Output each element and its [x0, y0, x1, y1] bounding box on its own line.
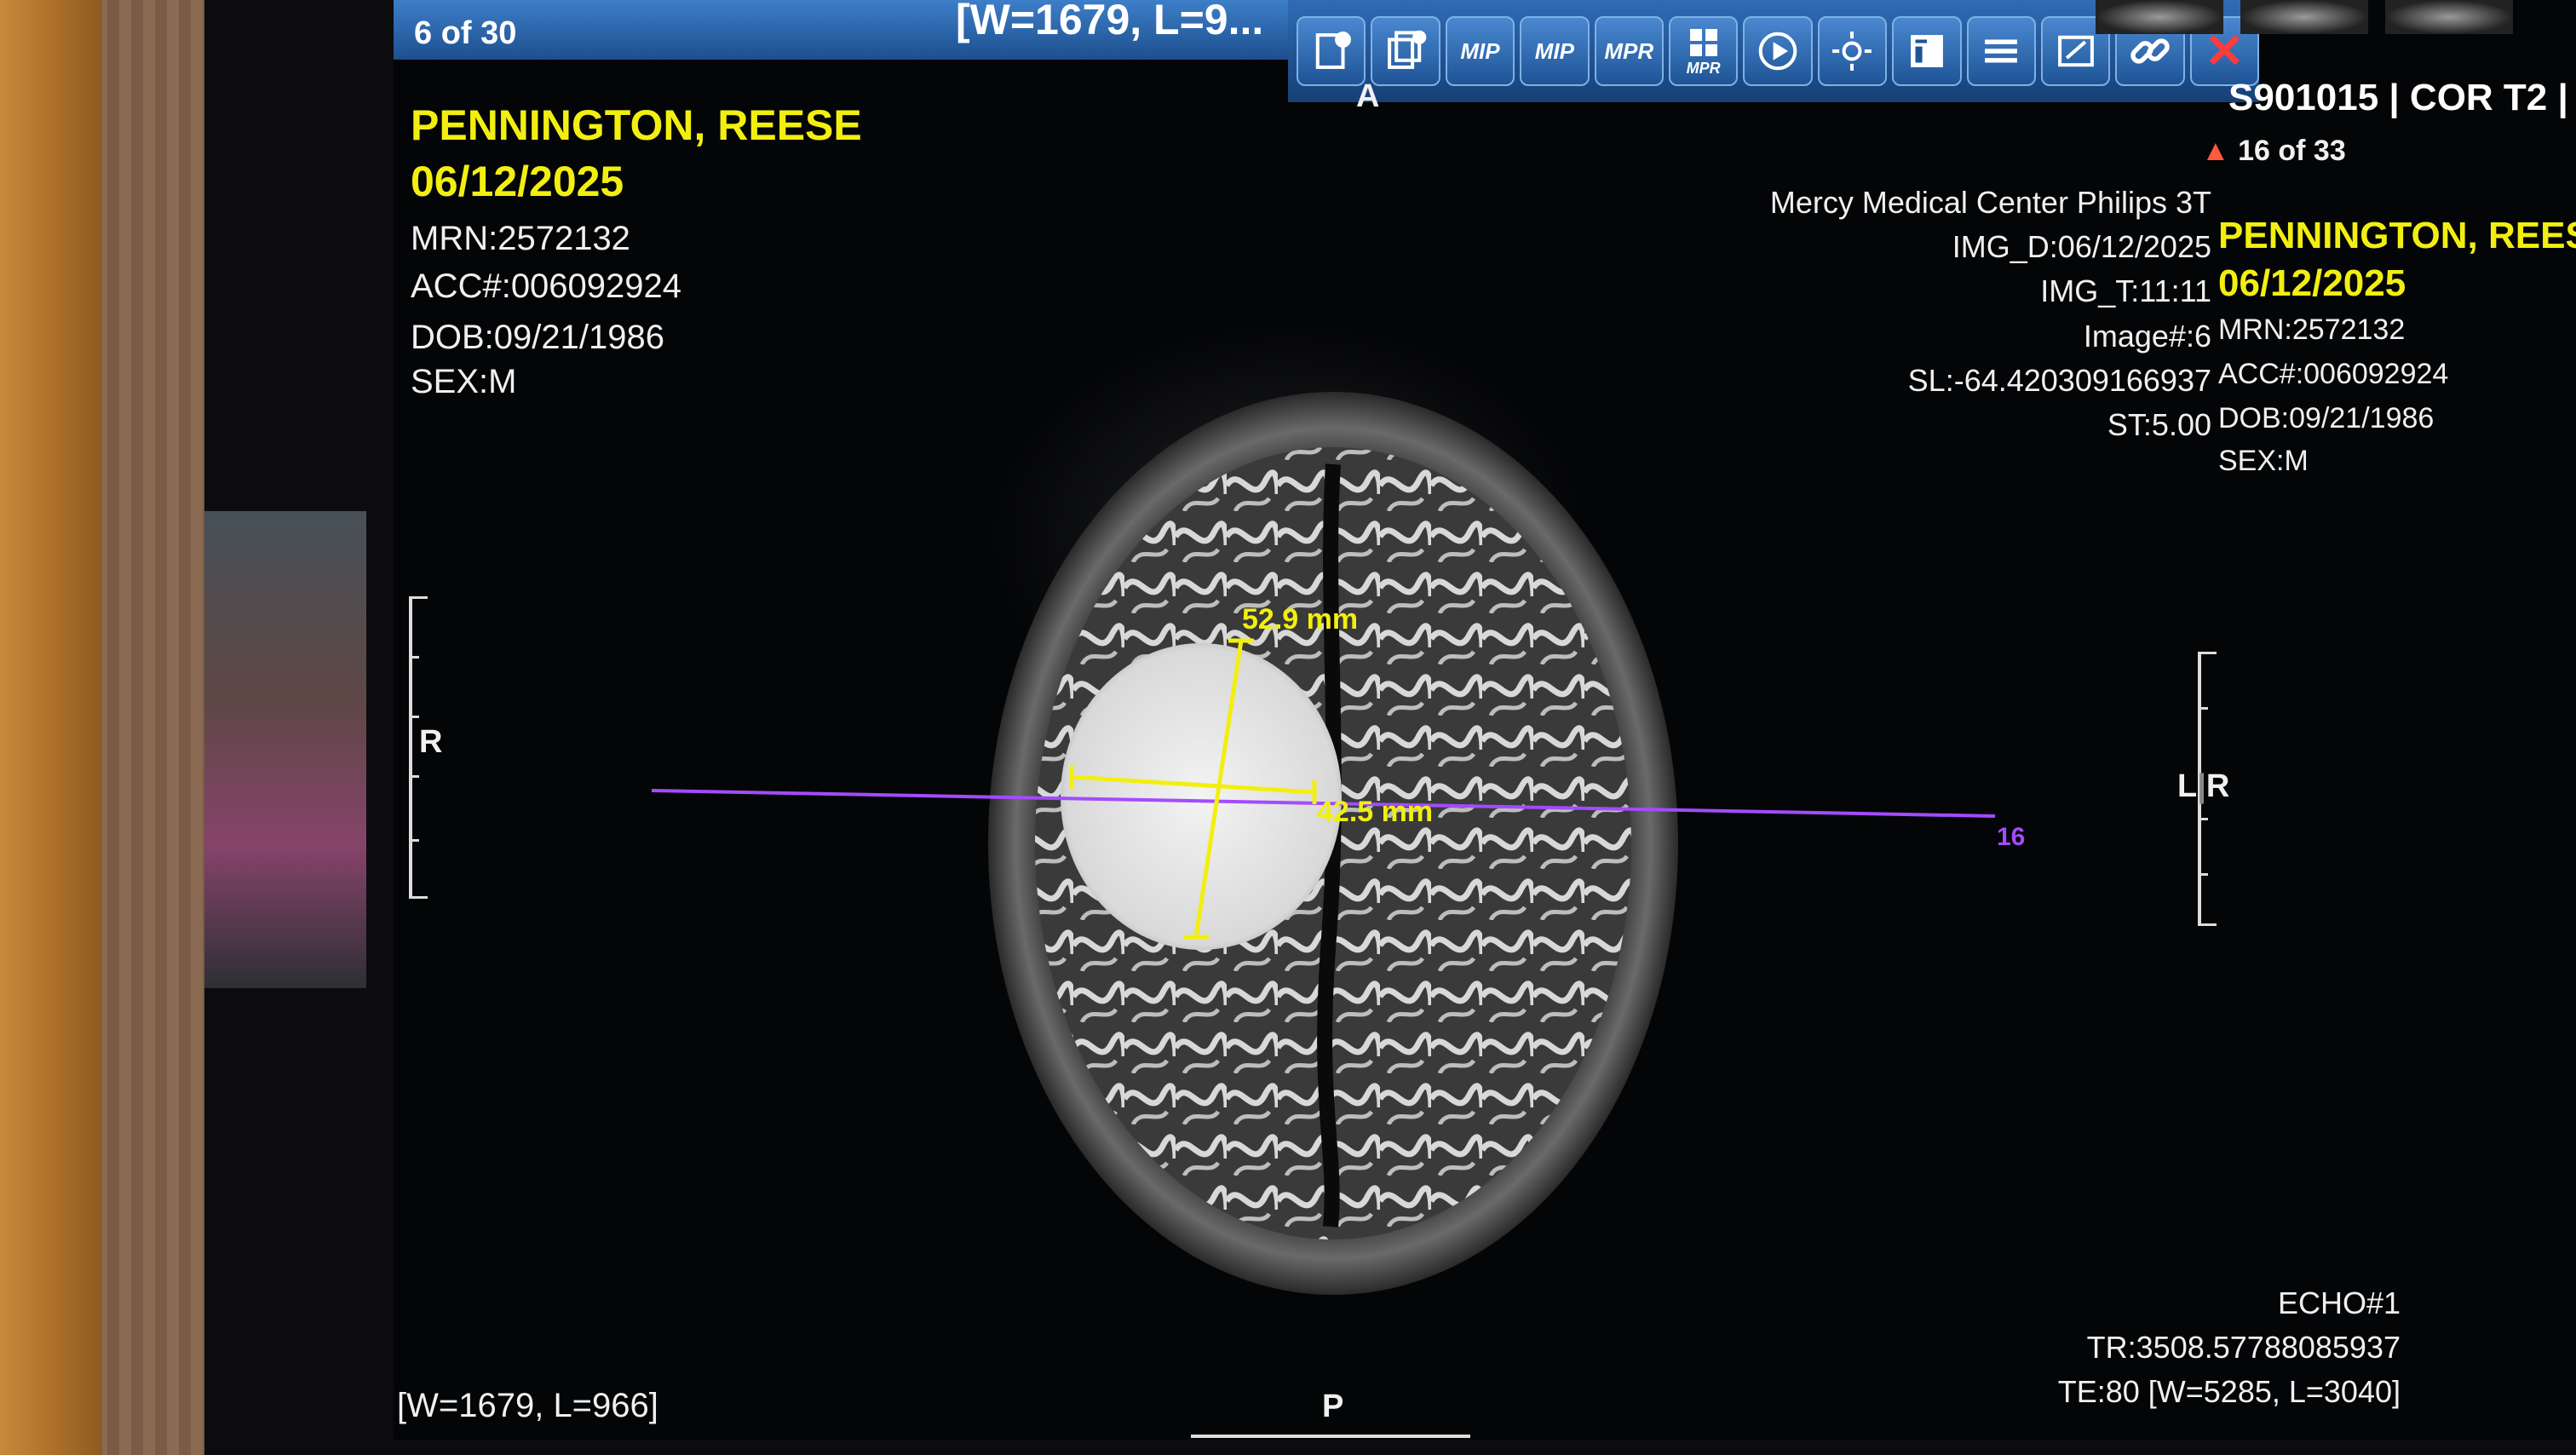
scale-tick [409, 596, 428, 599]
orientation-posterior: P [1322, 1389, 1344, 1424]
reference-line-label: 16 [1997, 823, 2026, 851]
report-icon[interactable] [1892, 16, 1962, 86]
scale-tick [409, 775, 419, 778]
scale-tick [409, 839, 419, 842]
orientation-right-2: R [2205, 768, 2230, 804]
brightness-icon[interactable] [1817, 16, 1888, 86]
series-thumbnail[interactable] [2240, 0, 2368, 34]
study-date: 06/12/2025 [411, 158, 624, 205]
scale-tick [409, 716, 419, 718]
tr-label: TR:3508.57788085937 [2086, 1330, 2401, 1366]
mpr-grid-button[interactable]: MPR [1668, 16, 1739, 86]
mrn-label: MRN:2572132 [411, 220, 630, 257]
dob-label: DOB:09/21/1986 [411, 319, 664, 356]
reference-accession: ACC#:006092924 [2218, 358, 2449, 390]
accession-label: ACC#:006092924 [411, 267, 682, 305]
reference-counter-text: 16 of 33 [2238, 135, 2346, 167]
vertical-measurement-label: 52.9 mm [1242, 603, 1359, 635]
mpr-button[interactable]: MPR [1594, 16, 1664, 86]
orientation-left: L [2177, 768, 2198, 804]
patient-name: PENNINGTON, REESE [411, 101, 862, 149]
reference-dob: DOB:09/21/1986 [2218, 402, 2435, 434]
echo-label: ECHO#1 [2277, 1285, 2401, 1320]
title-window-level: [W=1679, L=9... [956, 0, 1264, 43]
mpr-grid-label: MPR [1686, 59, 1721, 77]
scale-tick [409, 896, 428, 899]
bottom-scale-bar [1191, 1435, 1470, 1438]
series-info-icon[interactable] [1371, 16, 1440, 86]
acquisition-info-block: ECHO#1 TR:3508.57788085937 TE:80 [W=5285… [2058, 1281, 2401, 1415]
reference-series-label: S901015 | COR T2 | [2228, 77, 2568, 118]
series-thumbnails [2096, 0, 2576, 34]
reference-mrn: MRN:2572132 [2218, 313, 2406, 346]
slice-location-label: SL:-64.420309166937 [1907, 362, 2211, 398]
slice-thickness-label: ST:5.00 [2107, 406, 2211, 442]
stack-icon[interactable] [1966, 16, 2036, 86]
reference-study-date: 06/12/2025 [2218, 262, 2406, 304]
reference-patient-name: PENNINGTON, REESE [2218, 215, 2576, 256]
horizontal-measurement-label: 42.5 mm [1317, 796, 1434, 828]
orientation-right: R [419, 724, 443, 760]
viewport-title-bar: 6 of 30 [W=1679, L=9... [394, 0, 1288, 60]
mip-rotate-label: MIP [1534, 37, 1574, 64]
window-level-label: [W=1679, L=966] [397, 1387, 658, 1424]
te-window-level-label: TE:80 [W=5285, L=3040] [2057, 1374, 2401, 1410]
series-thumbnail[interactable] [2096, 0, 2223, 34]
sex-label: SEX:M [411, 363, 517, 400]
image-info-block: Mercy Medical Center Philips 3T IMG_D:06… [1770, 181, 2211, 447]
scale-tick [2198, 873, 2208, 876]
mip-rotate-button[interactable]: MIP [1520, 16, 1590, 86]
cine-play-icon[interactable] [1743, 16, 1813, 86]
image-counter: 6 of 30 [414, 15, 517, 51]
scale-tick [2198, 923, 2217, 926]
reference-counter: ▲ 16 of 33 [2201, 135, 2346, 168]
image-number-label: Image#:6 [2083, 318, 2211, 354]
reference-arrow-icon: ▲ [2201, 135, 2230, 167]
reference-sex: SEX:M [2218, 445, 2309, 477]
scale-tick [409, 656, 419, 658]
scale-tick [2198, 707, 2208, 710]
image-date-label: IMG_D:06/12/2025 [1952, 229, 2211, 265]
image-time-label: IMG_T:11:11 [2040, 273, 2211, 309]
scale-tick [2198, 652, 2217, 654]
mip-button[interactable]: MIP [1445, 16, 1515, 86]
institution-label: Mercy Medical Center Philips 3T [1769, 185, 2211, 220]
orientation-left-right: L|R [2177, 768, 2230, 804]
scale-tick [2198, 818, 2208, 820]
series-thumbnail[interactable] [2385, 0, 2513, 34]
left-scale-bar [409, 596, 412, 899]
dicom-info-icon[interactable] [1297, 16, 1366, 86]
orientation-anterior: A [1356, 78, 1380, 114]
